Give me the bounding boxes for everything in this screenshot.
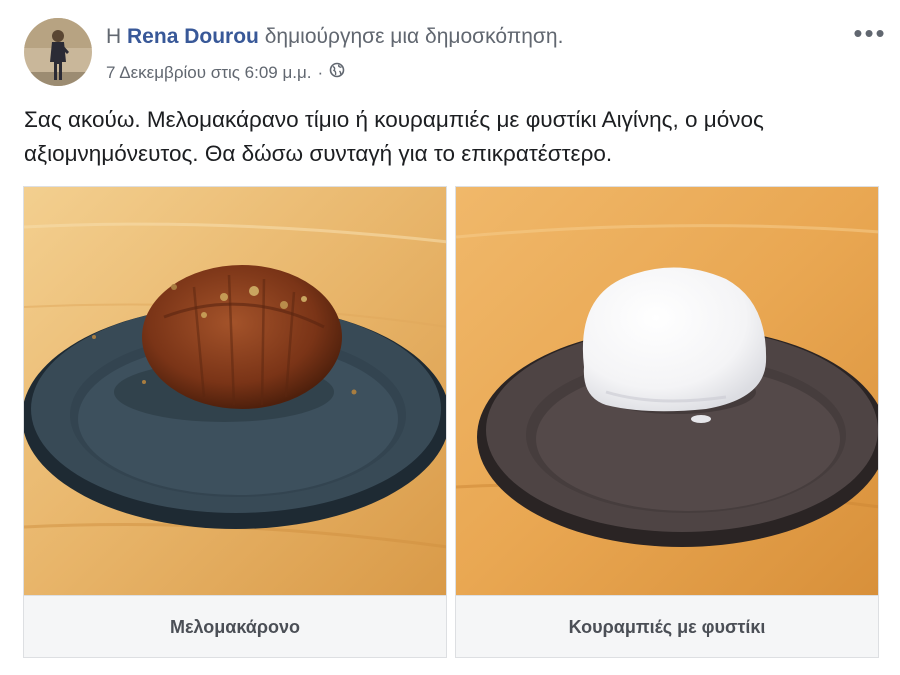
post-text: Σας ακούω. Μελομακάρανο τίμιο ή κουραμπι… [24, 107, 764, 166]
post-headline: Η Rena Dourou δημιούργησε μια δημοσκόπησ… [106, 25, 563, 49]
meta-separator: · [317, 62, 324, 82]
kourabies-photo [456, 187, 878, 595]
author-avatar[interactable] [24, 18, 92, 86]
melomakarono-photo [24, 187, 446, 595]
post-timestamp[interactable]: 7 Δεκεμβρίου στις 6:09 μ.μ. [106, 63, 312, 83]
more-options-icon[interactable]: ••• [852, 20, 888, 46]
facebook-poll-post: Η Rena Dourou δημιούργησε μια δημοσκόπησ… [0, 0, 900, 675]
poll-option-label-bar: Κουραμπιές με φυστίκι [456, 595, 878, 657]
poll-option-label: Μελομακάρονο [169, 616, 301, 637]
poll-option-label: Κουραμπιές με φυστίκι [568, 616, 766, 637]
headline-action: δημιούργησε μια δημοσκόπηση. [264, 25, 564, 48]
poll-option-kourabies[interactable]: Κουραμπιές με φυστίκι [455, 186, 879, 658]
globe-icon[interactable] [329, 62, 345, 83]
headline-prefix: Η [106, 25, 122, 48]
author-name-link[interactable]: Rena Dourou [127, 25, 259, 48]
poll-option-melomakarono[interactable]: Μελομακάρονο [23, 186, 447, 658]
post-meta: 7 Δεκεμβρίου στις 6:09 μ.μ. · [106, 62, 345, 83]
poll-option-label-bar: Μελομακάρονο [24, 595, 446, 657]
